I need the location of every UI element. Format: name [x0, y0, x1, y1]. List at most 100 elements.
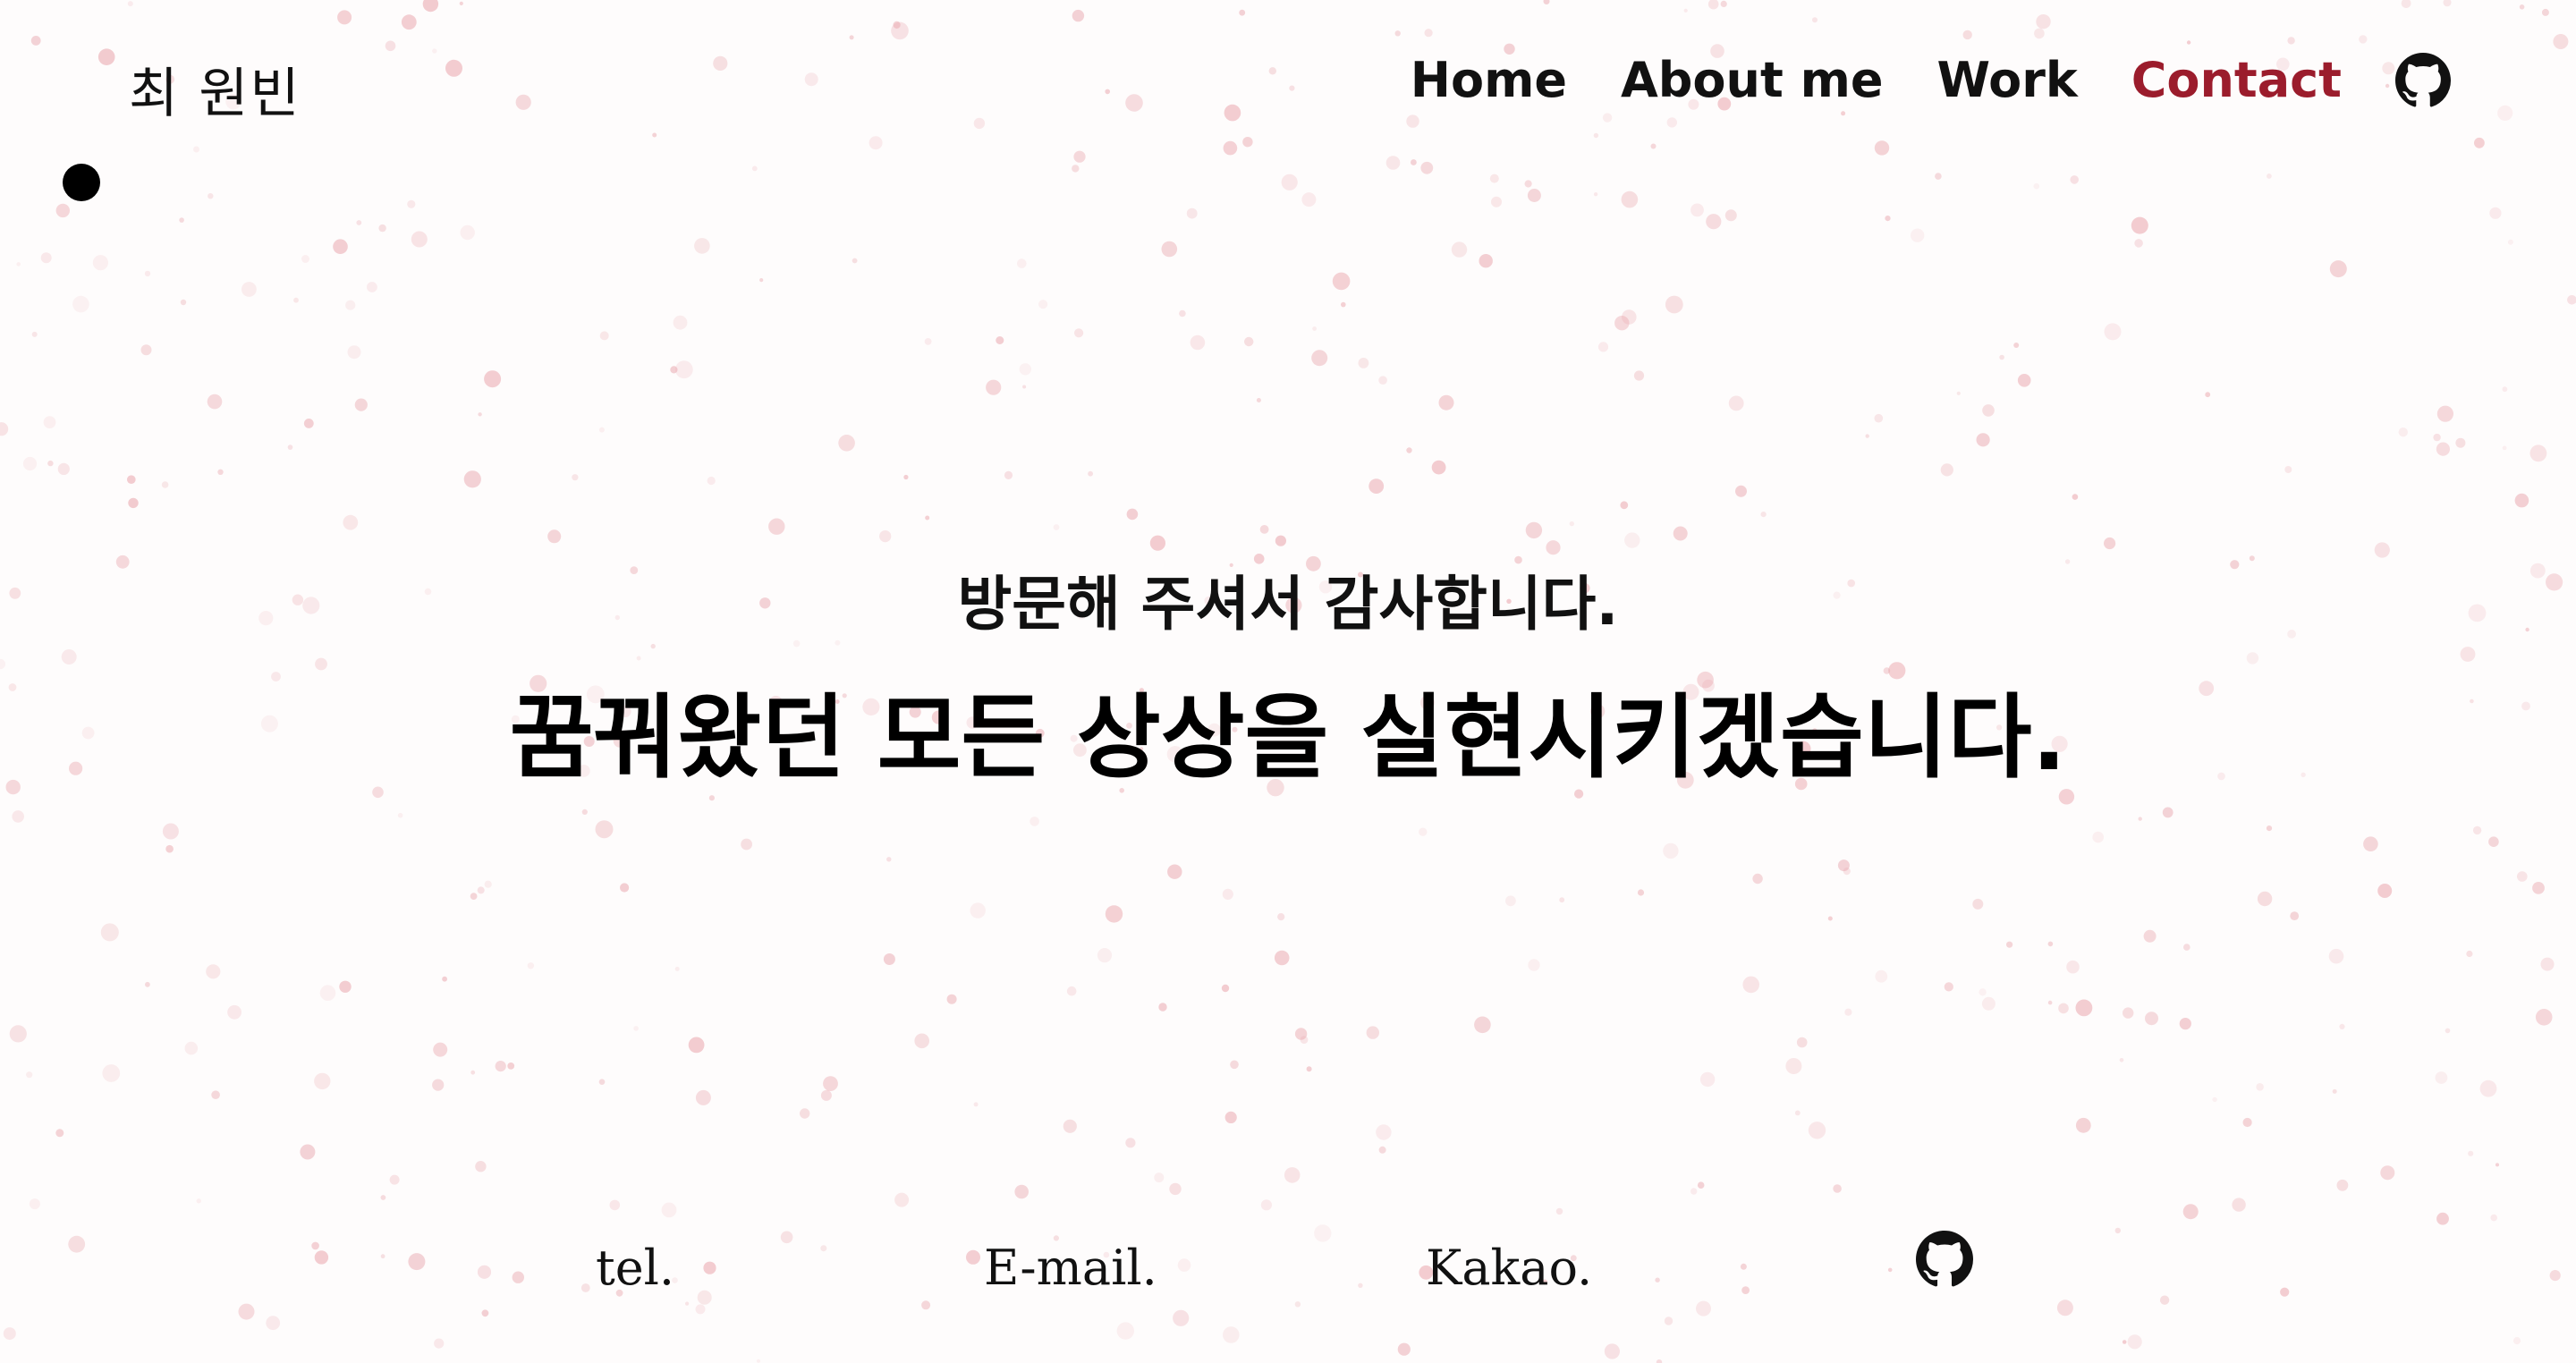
speckle-dot	[1622, 309, 1637, 325]
speckle-dot	[0, 422, 9, 436]
speckle-dot	[759, 278, 764, 283]
speckle-dot	[1885, 216, 1891, 222]
speckle-dot	[2267, 174, 2272, 179]
speckle-dot	[470, 893, 478, 900]
speckle-dot	[127, 475, 136, 484]
speckle-dot	[2490, 1214, 2497, 1222]
speckle-dot	[838, 435, 855, 452]
speckle-dot	[2119, 1058, 2124, 1062]
speckle-dot	[397, 812, 403, 818]
speckle-dot	[1063, 1119, 1077, 1133]
speckle-dot	[599, 331, 609, 341]
speckle-dot	[97, 48, 115, 65]
speckle-dot	[2104, 537, 2116, 550]
speckle-dot	[1665, 295, 1683, 314]
speckle-dot	[207, 394, 223, 410]
speckle-dot	[661, 1202, 677, 1218]
speckle-dot	[751, 165, 758, 172]
speckle-dot	[688, 1037, 705, 1054]
speckle-dot	[2443, 0, 2452, 7]
speckle-dot	[1752, 873, 1763, 885]
contact-tel[interactable]: tel.	[596, 1240, 674, 1296]
speckle-dot	[1341, 301, 1346, 308]
speckle-dot	[1019, 363, 1032, 376]
speckle-dot	[478, 412, 482, 417]
speckle-dot	[2436, 405, 2453, 422]
speckle-dot	[2567, 295, 2576, 305]
speckle-dot	[347, 345, 361, 360]
speckle-dot	[1972, 898, 1984, 910]
speckle-dot	[1673, 526, 1688, 541]
speckle-dot	[144, 270, 151, 277]
speckle-dot	[894, 1192, 910, 1207]
speckle-dot	[2092, 831, 2104, 843]
speckle-dot	[1865, 434, 1869, 438]
speckle-dot	[1366, 1026, 1380, 1039]
speckle-dot	[2183, 944, 2190, 951]
speckle-dot	[1474, 1016, 1491, 1034]
speckle-dot	[1277, 913, 1285, 921]
speckle-dot	[55, 1129, 64, 1138]
speckle-dot	[2517, 871, 2528, 882]
speckle-dot	[1169, 1182, 1182, 1196]
speckle-dot	[1306, 1066, 1312, 1072]
speckle-dot	[1260, 1199, 1272, 1211]
speckle-dot	[337, 10, 352, 25]
contact-email[interactable]: E-mail.	[984, 1240, 1157, 1296]
speckle-dot	[1874, 413, 1884, 423]
nav-contact[interactable]: Contact	[2131, 47, 2342, 114]
nav-about-me[interactable]: About me	[1621, 47, 1884, 114]
speckle-dot	[102, 1064, 121, 1082]
contact-kakao[interactable]: Kakao.	[1426, 1240, 1592, 1296]
speckle-dot	[31, 331, 38, 337]
speckle-dot	[1268, 67, 1277, 75]
speckle-dot	[1620, 501, 1629, 510]
speckle-dot	[208, 193, 214, 199]
speckle-dot	[2205, 392, 2211, 398]
page: 최 원빈 Home About me Work Contact 방문해 주셔서 …	[0, 0, 2576, 1363]
site-logo[interactable]: 최 원빈	[129, 50, 301, 128]
speckle-dot	[1332, 272, 1351, 291]
speckle-dot	[2489, 207, 2502, 219]
speckle-dot	[674, 966, 680, 971]
speckle-dot	[883, 953, 895, 965]
speckle-dot	[1030, 817, 1039, 826]
speckle-dot	[1664, 1316, 1674, 1325]
speckle-dot	[1301, 192, 1317, 207]
speckle-dot	[2257, 891, 2273, 907]
speckle-dot	[1239, 9, 1246, 16]
speckle-dot	[2363, 836, 2378, 851]
speckle-dot	[1097, 948, 1113, 963]
speckle-dot	[547, 529, 562, 544]
speckle-dot	[434, 1338, 445, 1349]
speckle-dot	[2359, 35, 2368, 44]
nav-work[interactable]: Work	[1936, 47, 2077, 114]
speckle-dot	[26, 1071, 33, 1079]
speckle-dot	[1167, 864, 1182, 879]
speckle-dot	[2179, 1018, 2191, 1030]
speckle-dot	[2336, 1179, 2349, 1191]
nav-home[interactable]: Home	[1411, 47, 1567, 114]
speckle-dot	[367, 282, 377, 292]
speckle-dot	[1190, 334, 1206, 351]
speckle-dot	[211, 1090, 220, 1099]
speckle-dot	[1358, 358, 1369, 368]
speckle-dot	[2034, 28, 2045, 39]
speckle-dot	[319, 985, 336, 1001]
speckle-dot	[1053, 524, 1060, 530]
speckle-dot	[852, 258, 858, 264]
speckle-dot	[1940, 463, 1953, 477]
speckle-dot	[996, 336, 1004, 344]
speckle-dot	[2232, 1198, 2246, 1212]
speckle-dot	[1300, 1036, 1309, 1044]
speckle-dot	[1981, 996, 1996, 1011]
github-icon[interactable]	[2395, 53, 2451, 108]
github-icon[interactable]	[1916, 1231, 1973, 1288]
speckle-dot	[1224, 1111, 1237, 1123]
speckle-dot	[1242, 137, 1253, 148]
speckle-dot	[1406, 114, 1419, 128]
speckle-dot	[1527, 189, 1541, 202]
speckle-dot	[333, 239, 348, 255]
speckle-dot	[1524, 180, 1532, 188]
speckle-dot	[1569, 521, 1575, 527]
